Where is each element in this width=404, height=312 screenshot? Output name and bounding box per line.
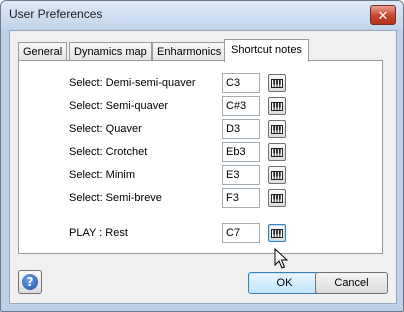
shortcut-row-crotchet: Select: Crotchet	[19, 142, 382, 164]
shortcut-label: Select: Minim	[69, 169, 136, 181]
shortcut-row-demi-semi-quaver: Select: Demi-semi-quaver	[19, 73, 382, 95]
shortcut-label: Select: Semi-quaver	[69, 100, 169, 112]
piano-keyboard-icon	[271, 147, 283, 157]
shortcut-row-quaver: Select: Quaver	[19, 119, 382, 141]
piano-keyboard-icon	[271, 78, 283, 88]
piano-keyboard-icon	[271, 170, 283, 180]
window-title: User Preferences	[9, 7, 103, 21]
note-input-play-rest[interactable]	[222, 223, 260, 243]
piano-button[interactable]	[268, 166, 286, 184]
note-input-crotchet[interactable]	[222, 142, 260, 162]
shortcut-row-play-rest: PLAY : Rest	[19, 223, 382, 245]
shortcut-label: Select: Crotchet	[69, 146, 148, 158]
note-input-semi-breve[interactable]	[222, 188, 260, 208]
tab-shortcut-notes[interactable]: Shortcut notes	[224, 39, 309, 62]
shortcut-label: Select: Quaver	[69, 123, 142, 135]
help-icon: ?	[22, 274, 38, 290]
shortcut-label: Select: Semi-breve	[69, 192, 162, 204]
note-input-quaver[interactable]	[222, 119, 260, 139]
piano-keyboard-icon	[271, 101, 283, 111]
piano-keyboard-icon	[271, 228, 283, 238]
piano-button[interactable]	[268, 143, 286, 161]
help-button[interactable]: ?	[18, 270, 42, 294]
shortcut-row-minim: Select: Minim	[19, 165, 382, 187]
piano-keyboard-icon	[271, 124, 283, 134]
shortcut-label: PLAY : Rest	[69, 227, 128, 239]
shortcut-row-semi-quaver: Select: Semi-quaver	[19, 96, 382, 118]
mouse-pointer-icon	[274, 248, 288, 269]
shortcut-label: Select: Demi-semi-quaver	[69, 77, 196, 89]
close-icon: ✕	[377, 7, 389, 23]
note-input-demi-semi-quaver[interactable]	[222, 73, 260, 93]
preferences-window: User Preferences ✕ General Dynamics map …	[0, 0, 404, 312]
piano-button[interactable]	[268, 189, 286, 207]
ok-button[interactable]: OK	[248, 272, 321, 294]
piano-button[interactable]	[268, 224, 286, 242]
piano-button[interactable]	[268, 97, 286, 115]
piano-button[interactable]	[268, 120, 286, 138]
tab-enharmonics[interactable]: Enharmonics	[152, 42, 227, 61]
note-input-minim[interactable]	[222, 165, 260, 185]
tab-dynamics-map[interactable]: Dynamics map	[69, 42, 152, 61]
title-bar: User Preferences ✕	[1, 1, 403, 29]
tab-general[interactable]: General	[18, 42, 68, 61]
dialog-body: General Dynamics map Enharmonics Shortcu…	[9, 30, 397, 304]
piano-button[interactable]	[268, 74, 286, 92]
piano-keyboard-icon	[271, 193, 283, 203]
note-input-semi-quaver[interactable]	[222, 96, 260, 116]
shortcut-notes-panel: Select: Demi-semi-quaver Select: Semi-qu…	[18, 60, 383, 254]
cancel-button[interactable]: Cancel	[315, 272, 388, 294]
shortcut-row-semi-breve: Select: Semi-breve	[19, 188, 382, 210]
close-button[interactable]: ✕	[370, 5, 396, 25]
